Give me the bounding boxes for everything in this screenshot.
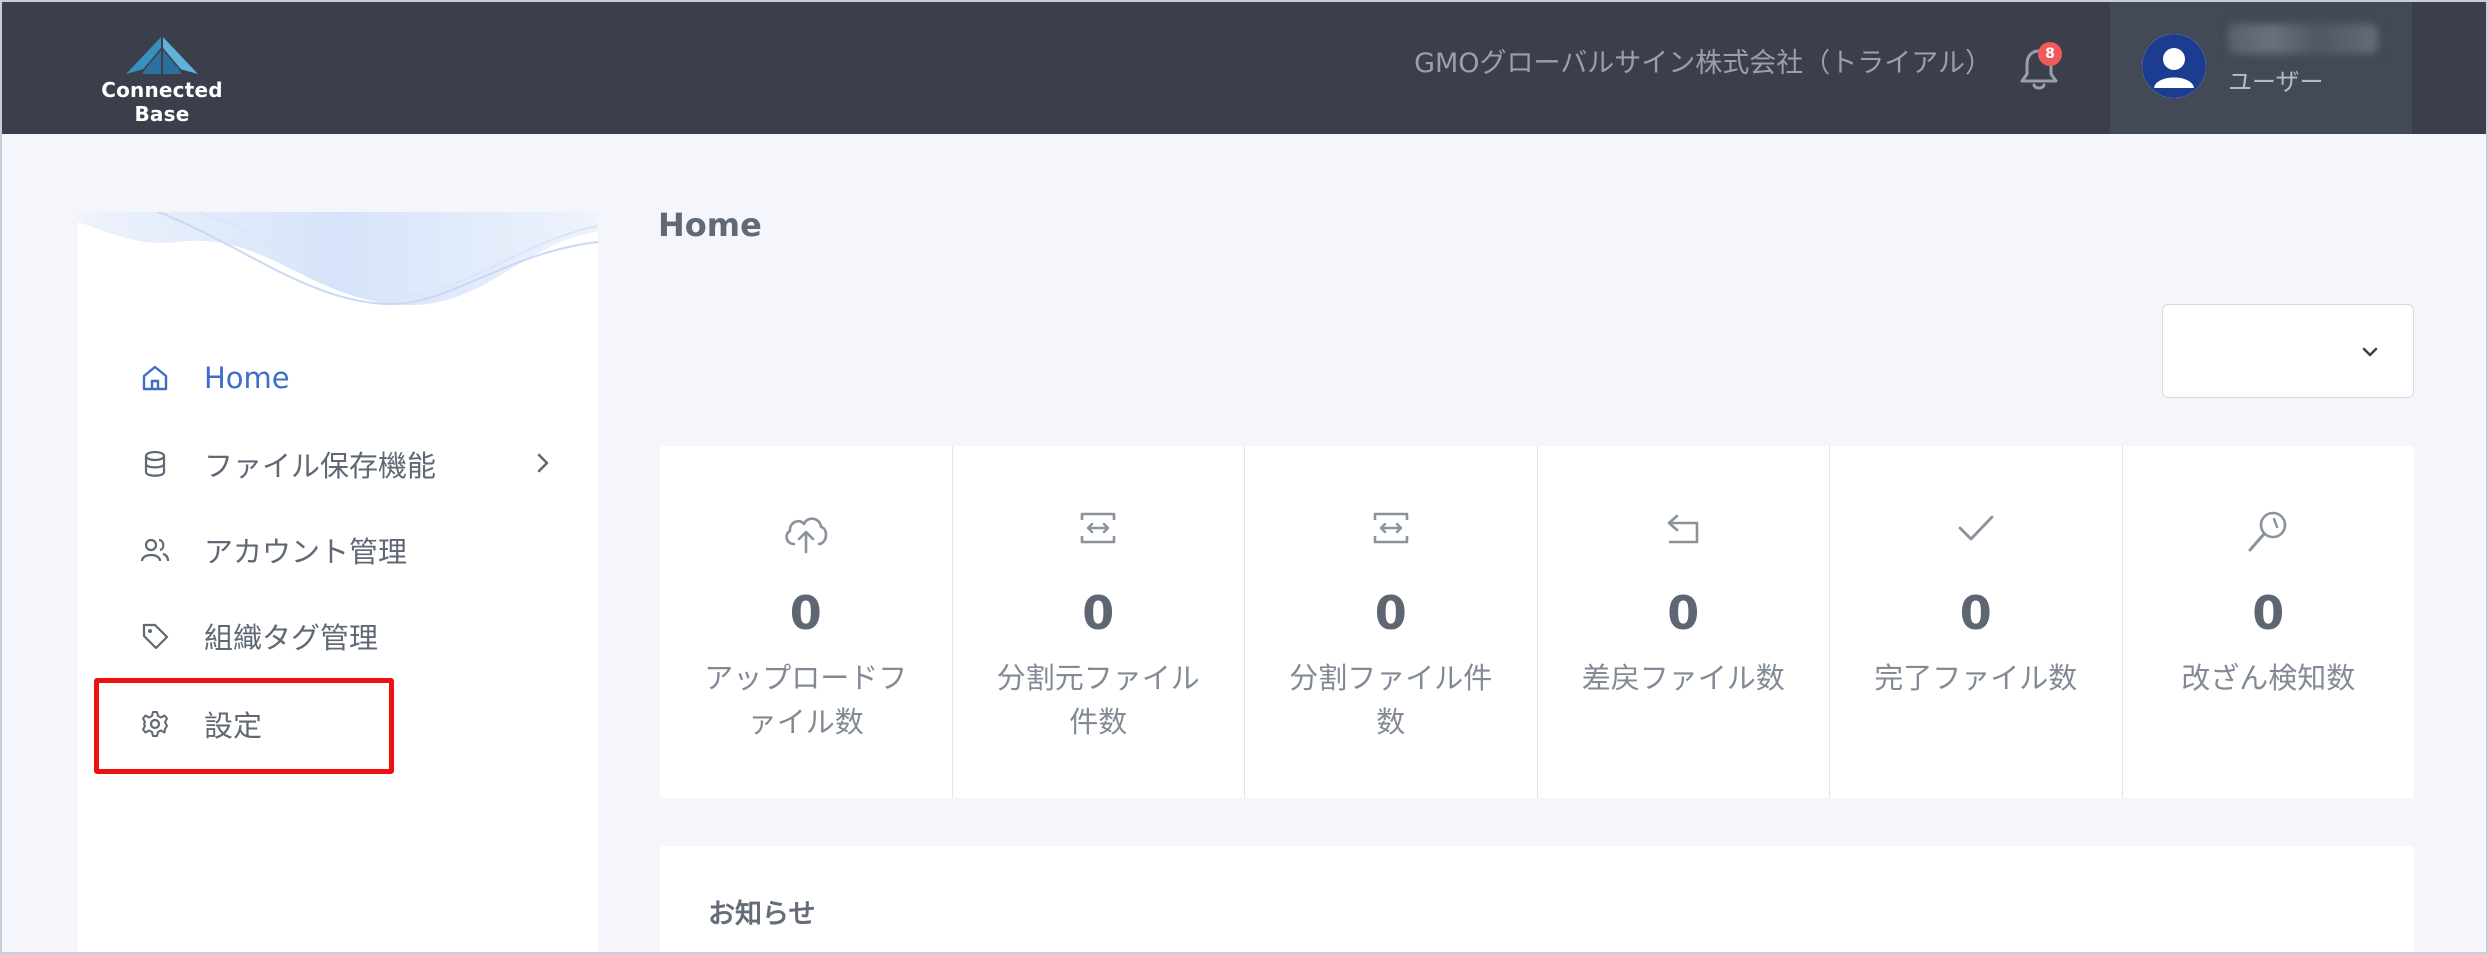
stat-value: 0 [2252,586,2285,640]
sidebar-item-label: アカウント管理 [204,535,408,569]
home-icon [138,361,172,395]
stat-value: 0 [1667,586,1700,640]
stat-label: 改ざん検知数 [2181,661,2356,695]
user-role: ユーザー [2228,68,2324,96]
split-source-icon [1080,512,1116,544]
sidebar-item-label: 組織タグ管理 [204,621,379,655]
return-icon [1667,514,1699,544]
stats-panel: 0 アップロードファイル数 0 分割元ファイル件数 0 分割ファイル件数 0 差… [660,446,2414,798]
check-icon [1958,515,1994,541]
stat-card-upload: 0 アップロードファイル数 [660,446,953,798]
company-name: GMOグローバルサイン株式会社（トライアル） [1414,48,1992,79]
sidebar-item-home[interactable]: Home [138,354,558,402]
logo-text: Connected Base [101,78,223,126]
user-menu[interactable]: ユーザー [2110,2,2412,134]
logo[interactable]: Connected Base [78,32,246,126]
stat-card-split-file: 0 分割ファイル件数 [1245,446,1538,798]
stat-label: 分割元ファイル件数 [996,661,1200,739]
stat-label: 分割ファイル件数 [1289,661,1493,739]
user-name-redacted [2228,24,2378,54]
stat-label: 差戻ファイル数 [1581,661,1785,695]
logo-mark-icon [126,36,198,75]
database-icon [138,447,172,481]
avatar [2142,34,2206,98]
chevron-right-icon [537,453,549,473]
stat-value: 0 [789,586,822,640]
stat-card-tamper-detect: 0 改ざん検知数 [2123,446,2415,798]
chevron-down-icon [2362,347,2378,357]
stat-value: 0 [1959,586,1992,640]
stat-label: 完了ファイル数 [1874,661,2078,695]
split-file-icon [1373,512,1409,544]
top-bar: Connected Base GMOグローバルサイン株式会社（トライアル） 8 … [2,2,2486,134]
sidebar-item-org-tag-management[interactable]: 組織タグ管理 [138,612,558,660]
app-window: Connected Base GMOグローバルサイン株式会社（トライアル） 8 … [0,0,2488,954]
sidebar-wave-decoration [78,212,598,306]
sidebar-item-account-management[interactable]: アカウント管理 [138,526,558,574]
users-icon [138,533,172,567]
stat-card-returned: 0 差戻ファイル数 [1538,446,1830,798]
stat-card-completed: 0 完了ファイル数 [1830,446,2123,798]
stat-label: アップロードファイル数 [704,661,908,739]
stat-value: 0 [1374,586,1407,640]
tag-icon [138,619,172,653]
notification-badge: 8 [2038,42,2062,66]
sidebar-item-file-storage[interactable]: ファイル保存機能 [138,440,558,488]
stat-value: 0 [1082,586,1115,640]
page-title: Home [658,206,762,244]
cloud-upload-icon [784,517,828,554]
stat-card-split-source: 0 分割元ファイル件数 [953,446,1245,798]
sidebar-item-label: ファイル保存機能 [204,449,437,483]
sidebar-item-label: Home [204,361,290,395]
notice-panel: お知らせ [660,846,2414,952]
user-avatar-icon [2142,34,2206,98]
settings-highlight-box [94,678,394,774]
period-select[interactable] [2162,304,2414,398]
sidebar: Home ファイル保存機能 アカウント管理 組織タグ管理 設定 [78,212,598,952]
tamper-detect-icon [2248,511,2287,552]
notice-title: お知らせ [708,899,816,930]
